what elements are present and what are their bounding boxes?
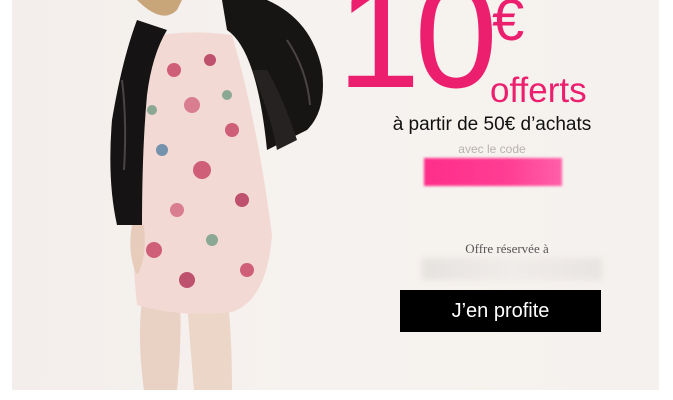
promo-amount: 10 [337,0,498,119]
cta-button[interactable]: J’en profite [400,290,601,332]
promo-offerts: offerts [490,71,587,110]
code-label: avec le code [458,142,526,156]
promo-condition: à partir de 50€ d’achats [392,114,592,135]
model-photo [110,0,323,390]
promo-code-redacted [424,158,562,186]
currency-symbol: € [492,0,525,53]
recipient-name-redacted [422,258,602,280]
promo-banner: 10 € offerts à partir de 50€ d’achats av… [12,0,659,390]
reserved-label: Offre réservée à [465,241,549,256]
